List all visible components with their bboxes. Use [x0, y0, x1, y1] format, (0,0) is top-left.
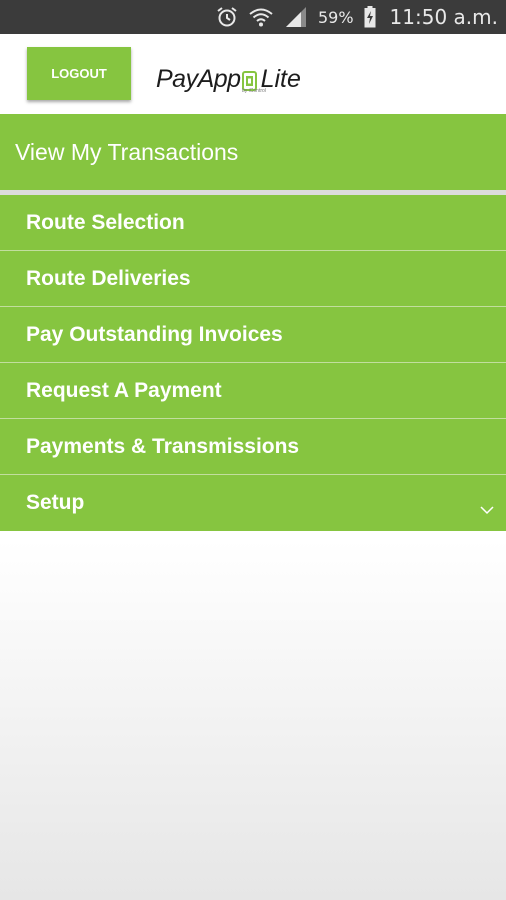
- menu-item-label: Route Deliveries: [26, 266, 191, 290]
- logo-lite-text: Lite: [260, 65, 301, 93]
- menu-item-payments-transmissions[interactable]: Payments & Transmissions: [0, 419, 506, 475]
- menu-item-label: Pay Outstanding Invoices: [26, 322, 283, 346]
- logo-byline: by iControl: [242, 88, 266, 94]
- menu-item-request-a-payment[interactable]: Request A Payment: [0, 363, 506, 419]
- menu-item-label: Route Selection: [26, 210, 185, 234]
- main-menu: Route Selection Route Deliveries Pay Out…: [0, 195, 506, 531]
- signal-icon: [284, 6, 308, 28]
- page-title: View My Transactions: [0, 114, 506, 190]
- menu-item-route-deliveries[interactable]: Route Deliveries: [0, 251, 506, 307]
- battery-charging-icon: [364, 6, 376, 28]
- menu-item-route-selection[interactable]: Route Selection: [0, 195, 506, 251]
- battery-percent: 59%: [317, 7, 354, 27]
- payapp-lite-logo: PayApp Lite by iControl: [156, 54, 301, 94]
- menu-item-label: Setup: [26, 491, 85, 514]
- menu-item-label: Payments & Transmissions: [26, 434, 300, 458]
- logout-button[interactable]: LOGOUT: [27, 47, 131, 100]
- menu-item-setup[interactable]: Setup: [0, 475, 506, 531]
- status-bar: 59% 11:50 a.m.: [0, 0, 506, 34]
- app-header: LOGOUT PayApp Lite by iControl: [0, 34, 506, 114]
- menu-item-label: Request A Payment: [26, 378, 222, 402]
- clock: 11:50 a.m.: [389, 5, 498, 29]
- logo-main-text: PayApp: [156, 65, 241, 93]
- menu-item-pay-outstanding-invoices[interactable]: Pay Outstanding Invoices: [0, 307, 506, 363]
- alarm-icon: [216, 6, 238, 28]
- chevron-down-icon[interactable]: [480, 497, 494, 521]
- wifi-icon: [248, 6, 274, 28]
